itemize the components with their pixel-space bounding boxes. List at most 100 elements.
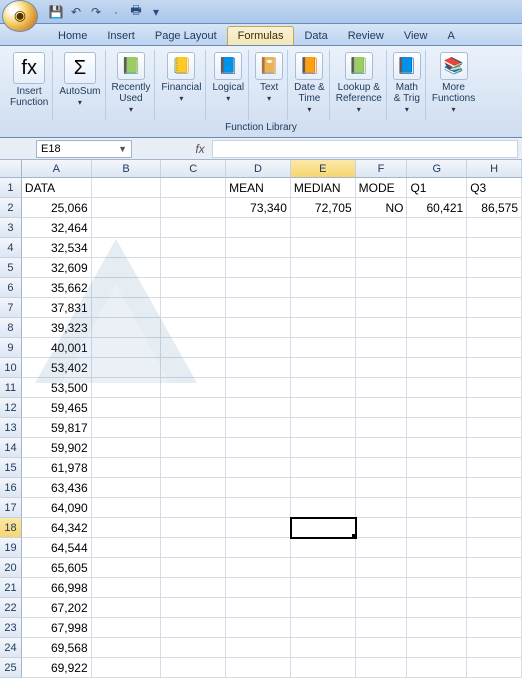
cell-H24[interactable] (467, 638, 522, 658)
cell-D23[interactable] (226, 618, 291, 638)
cell-E25[interactable] (291, 658, 356, 678)
cell-E5[interactable] (291, 258, 356, 278)
cell-C11[interactable] (161, 378, 226, 398)
cell-F7[interactable] (356, 298, 408, 318)
chevron-down-icon[interactable]: ▾ (226, 94, 230, 103)
row-header[interactable]: 5 (0, 258, 22, 278)
more-functions-button[interactable]: 📚 More Functions ▾ (428, 50, 479, 120)
cell-C3[interactable] (161, 218, 226, 238)
formula-input[interactable] (212, 140, 518, 158)
cell-C25[interactable] (161, 658, 226, 678)
cell-H14[interactable] (467, 438, 522, 458)
cell-D13[interactable] (226, 418, 291, 438)
cell-B23[interactable] (92, 618, 162, 638)
cell-E2[interactable]: 72,705 (291, 198, 356, 218)
cell-C4[interactable] (161, 238, 226, 258)
cell-A21[interactable]: 66,998 (22, 578, 92, 598)
cell-B6[interactable] (92, 278, 162, 298)
cell-G22[interactable] (407, 598, 467, 618)
cell-B9[interactable] (92, 338, 162, 358)
cell-A12[interactable]: 59,465 (22, 398, 92, 418)
cell-A11[interactable]: 53,500 (22, 378, 92, 398)
cell-D8[interactable] (226, 318, 291, 338)
row-header[interactable]: 22 (0, 598, 22, 618)
cell-B16[interactable] (92, 478, 162, 498)
cell-F19[interactable] (356, 538, 408, 558)
cell-G23[interactable] (407, 618, 467, 638)
cell-D22[interactable] (226, 598, 291, 618)
cell-E13[interactable] (291, 418, 356, 438)
cell-C19[interactable] (161, 538, 226, 558)
cell-D9[interactable] (226, 338, 291, 358)
cell-E18[interactable] (291, 518, 356, 538)
cell-D6[interactable] (226, 278, 291, 298)
cell-G19[interactable] (407, 538, 467, 558)
cell-F16[interactable] (356, 478, 408, 498)
cell-F14[interactable] (356, 438, 408, 458)
row-header[interactable]: 18 (0, 518, 22, 538)
cell-B25[interactable] (92, 658, 162, 678)
cell-G25[interactable] (407, 658, 467, 678)
cell-H8[interactable] (467, 318, 522, 338)
cell-F21[interactable] (356, 578, 408, 598)
cell-A17[interactable]: 64,090 (22, 498, 92, 518)
cell-A24[interactable]: 69,568 (22, 638, 92, 658)
cell-B3[interactable] (92, 218, 162, 238)
cell-G9[interactable] (407, 338, 467, 358)
tab-data[interactable]: Data (294, 27, 337, 45)
cell-B10[interactable] (92, 358, 162, 378)
cell-A15[interactable]: 61,978 (22, 458, 92, 478)
cell-E11[interactable] (291, 378, 356, 398)
cell-E14[interactable] (291, 438, 356, 458)
chevron-down-icon[interactable]: ▾ (179, 94, 183, 103)
undo-icon[interactable]: ↶ (68, 4, 84, 20)
cell-F25[interactable] (356, 658, 408, 678)
cell-C10[interactable] (161, 358, 226, 378)
cell-F5[interactable] (356, 258, 408, 278)
cell-D15[interactable] (226, 458, 291, 478)
cell-D25[interactable] (226, 658, 291, 678)
col-header-A[interactable]: A (22, 160, 92, 177)
cell-E6[interactable] (291, 278, 356, 298)
cell-G24[interactable] (407, 638, 467, 658)
datetime-button[interactable]: 📙 Date & Time ▾ (290, 50, 330, 120)
cell-G21[interactable] (407, 578, 467, 598)
cell-F6[interactable] (356, 278, 408, 298)
cell-F11[interactable] (356, 378, 408, 398)
chevron-down-icon[interactable]: ▾ (129, 105, 133, 114)
cell-B11[interactable] (92, 378, 162, 398)
cell-C6[interactable] (161, 278, 226, 298)
cell-H25[interactable] (467, 658, 522, 678)
tab-review[interactable]: Review (338, 27, 394, 45)
qat-more-icon[interactable]: ▾ (148, 4, 164, 20)
print-icon[interactable]: 🖶 (128, 4, 144, 20)
cell-F12[interactable] (356, 398, 408, 418)
save-icon[interactable]: 💾 (48, 4, 64, 20)
cell-D11[interactable] (226, 378, 291, 398)
col-header-G[interactable]: G (407, 160, 467, 177)
cell-A4[interactable]: 32,534 (22, 238, 92, 258)
cell-C16[interactable] (161, 478, 226, 498)
cell-F8[interactable] (356, 318, 408, 338)
tab-addins[interactable]: A (437, 27, 464, 45)
insert-function-button[interactable]: fx Insert Function (6, 50, 53, 120)
cell-H13[interactable] (467, 418, 522, 438)
cell-C8[interactable] (161, 318, 226, 338)
cell-A22[interactable]: 67,202 (22, 598, 92, 618)
cell-E8[interactable] (291, 318, 356, 338)
cell-H1[interactable]: Q3 (467, 178, 522, 198)
tab-page-layout[interactable]: Page Layout (145, 27, 227, 45)
row-header[interactable]: 24 (0, 638, 22, 658)
cell-G17[interactable] (407, 498, 467, 518)
cell-E19[interactable] (291, 538, 356, 558)
cell-H18[interactable] (467, 518, 522, 538)
cell-E17[interactable] (291, 498, 356, 518)
cell-F24[interactable] (356, 638, 408, 658)
cell-F18[interactable] (356, 518, 408, 538)
cell-B20[interactable] (92, 558, 162, 578)
row-header[interactable]: 4 (0, 238, 22, 258)
cell-E3[interactable] (291, 218, 356, 238)
cell-E12[interactable] (291, 398, 356, 418)
row-header[interactable]: 11 (0, 378, 22, 398)
cell-D24[interactable] (226, 638, 291, 658)
